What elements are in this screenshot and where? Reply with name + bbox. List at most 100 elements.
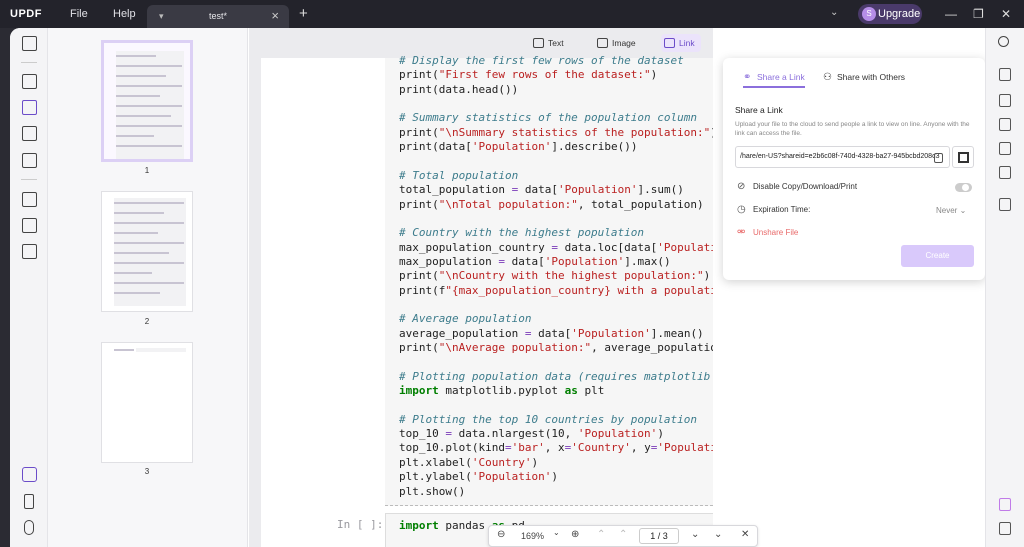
prev-page-icon[interactable]: ⌃ [619, 529, 627, 540]
unshare-file-link[interactable]: ⚮ Unshare File [737, 227, 798, 238]
page-thumbnail-1[interactable] [101, 40, 193, 162]
thumb-line [116, 75, 166, 77]
disable-copy-option: ⊘ Disable Copy/Download/Print [737, 181, 857, 192]
add-link-label: Link [679, 38, 695, 48]
comment-icon[interactable] [22, 74, 37, 89]
ai-assistant-icon[interactable] [999, 498, 1011, 511]
app-logo: UPDF [10, 8, 42, 20]
disable-icon: ⊘ [737, 181, 746, 192]
ocr-icon[interactable] [999, 68, 1011, 81]
title-bar: UPDF File Help ▾ test* × + ⌄ S Upgrade —… [0, 0, 1024, 28]
form-icon[interactable] [22, 126, 37, 141]
comments-icon[interactable] [999, 522, 1011, 535]
organize-pages-icon[interactable] [22, 153, 37, 168]
add-image-label: Image [612, 38, 636, 48]
expiration-option: ◷ Expiration Time: [737, 204, 811, 215]
expiration-value: Never [936, 206, 958, 215]
qr-code-button[interactable] [952, 146, 974, 168]
main-frame: 1 2 3 In [ ]: import pandas as pd [10, 28, 1024, 547]
share-url-field[interactable]: /hare/en-US?shareid=e2b6c08f-740d-4328-b… [735, 146, 950, 168]
attachment-icon[interactable] [24, 520, 34, 535]
document-tab[interactable]: ▾ test* × [147, 5, 289, 28]
code-line: print("\nTotal population:", total_popul… [399, 197, 704, 211]
page-number-1: 1 [144, 166, 150, 175]
thumbnail-panel: 1 2 3 [48, 28, 248, 547]
zoom-out-icon[interactable]: ⊖ [497, 529, 505, 540]
code-line: print(data['Population'].describe()) [399, 140, 638, 154]
add-text-button[interactable]: Text [530, 34, 564, 52]
code-line: max_population_country = data.loc[data['… [399, 240, 713, 254]
menu-file[interactable]: File [70, 8, 88, 20]
stamp-icon[interactable] [22, 244, 37, 259]
share-description: Upload your file to the cloud to send pe… [735, 121, 970, 137]
add-link-button[interactable]: Link [661, 34, 701, 52]
image-icon [597, 38, 608, 48]
code-line: max_population = data['Population'].max(… [399, 254, 671, 268]
code-line: print("\nCountry with the highest popula… [399, 269, 711, 283]
edit-pdf-icon[interactable] [22, 100, 37, 115]
code-comment-line: # Country with the highest population [399, 226, 645, 240]
zoom-dropdown-icon[interactable]: ⌄ [553, 528, 560, 537]
thumb-line [116, 85, 182, 87]
thumb-line [116, 65, 182, 67]
first-page-icon[interactable]: ⌃ [597, 529, 605, 540]
divider [21, 62, 37, 63]
email-icon[interactable] [999, 166, 1011, 179]
close-zoom-bar-icon[interactable]: ✕ [741, 529, 749, 540]
code-line: plt.ylabel('Population') [399, 470, 558, 484]
text-icon [533, 38, 544, 48]
tab-share-link[interactable]: ⚭ Share a Link [743, 72, 805, 88]
page-number-3: 3 [144, 467, 150, 476]
bookmark-icon[interactable] [24, 494, 34, 509]
close-window-button[interactable]: ✕ [1001, 7, 1011, 21]
convert-icon[interactable] [22, 192, 37, 207]
page-indicator[interactable]: 1 / 3 [639, 528, 679, 544]
left-toolbar [10, 28, 48, 547]
last-page-icon[interactable]: ⌄ [714, 529, 722, 540]
page-thumbnail-2[interactable] [101, 191, 193, 312]
new-tab-button[interactable]: + [299, 5, 308, 22]
code-line: print("First few rows of the dataset:") [399, 68, 658, 82]
tab-close-icon[interactable]: × [271, 8, 279, 23]
code-line: import matplotlib.pyplot as plt [399, 384, 605, 398]
tab-dropdown-icon[interactable]: ▾ [159, 11, 164, 22]
layers-icon[interactable] [22, 467, 37, 482]
code-line: print("\nSummary statistics of the popul… [399, 125, 713, 139]
save-icon[interactable] [999, 198, 1011, 211]
protect-file-icon[interactable] [999, 118, 1011, 131]
convert-file-icon[interactable] [999, 94, 1011, 107]
disable-copy-toggle[interactable] [955, 183, 972, 192]
reader-icon[interactable] [22, 36, 37, 51]
code-line: top_10.plot(kind='bar', x='Country', y='… [399, 441, 713, 455]
upgrade-button[interactable]: S Upgrade [858, 4, 922, 24]
page-thumbnail-3[interactable] [101, 342, 193, 463]
document-canvas[interactable]: In [ ]: import pandas as pd # Display th… [249, 28, 713, 547]
people-icon: ⚇ [823, 72, 832, 83]
menu-help[interactable]: Help [113, 8, 136, 20]
qr-code-icon [958, 152, 969, 163]
code-line: top_10 = data.nlargest(10, 'Population') [399, 427, 664, 441]
thumb-line [114, 222, 184, 224]
share-icon[interactable] [999, 142, 1011, 155]
add-image-button[interactable]: Image [594, 34, 636, 52]
zoom-level[interactable]: 169% [521, 531, 544, 541]
code-line: print(f"{max_population_country} with a … [399, 283, 713, 297]
expiration-label: Expiration Time: [753, 205, 811, 214]
zoom-in-icon[interactable]: ⊕ [571, 529, 579, 540]
share-heading: Share a Link [735, 105, 783, 115]
search-icon[interactable] [998, 36, 1009, 47]
create-button[interactable]: Create [901, 245, 974, 267]
chevron-down-icon[interactable]: ⌄ [830, 7, 838, 18]
restore-button[interactable]: ❐ [973, 7, 984, 21]
copy-icon[interactable] [934, 153, 943, 163]
thumb-line [116, 125, 182, 127]
expiration-select[interactable]: Never ⌄ [936, 206, 966, 215]
thumb-line [114, 349, 134, 351]
minimize-button[interactable]: — [945, 7, 957, 21]
next-page-icon[interactable]: ⌄ [691, 529, 699, 540]
tab-share-others[interactable]: ⚇ Share with Others [823, 72, 905, 83]
code-comment-line: # Plotting the top 10 countries by popul… [399, 412, 698, 426]
protect-icon[interactable] [22, 218, 37, 233]
code-line: total_population = data['Population'].su… [399, 183, 684, 197]
edit-toolbar: Text Image Link [530, 34, 720, 54]
